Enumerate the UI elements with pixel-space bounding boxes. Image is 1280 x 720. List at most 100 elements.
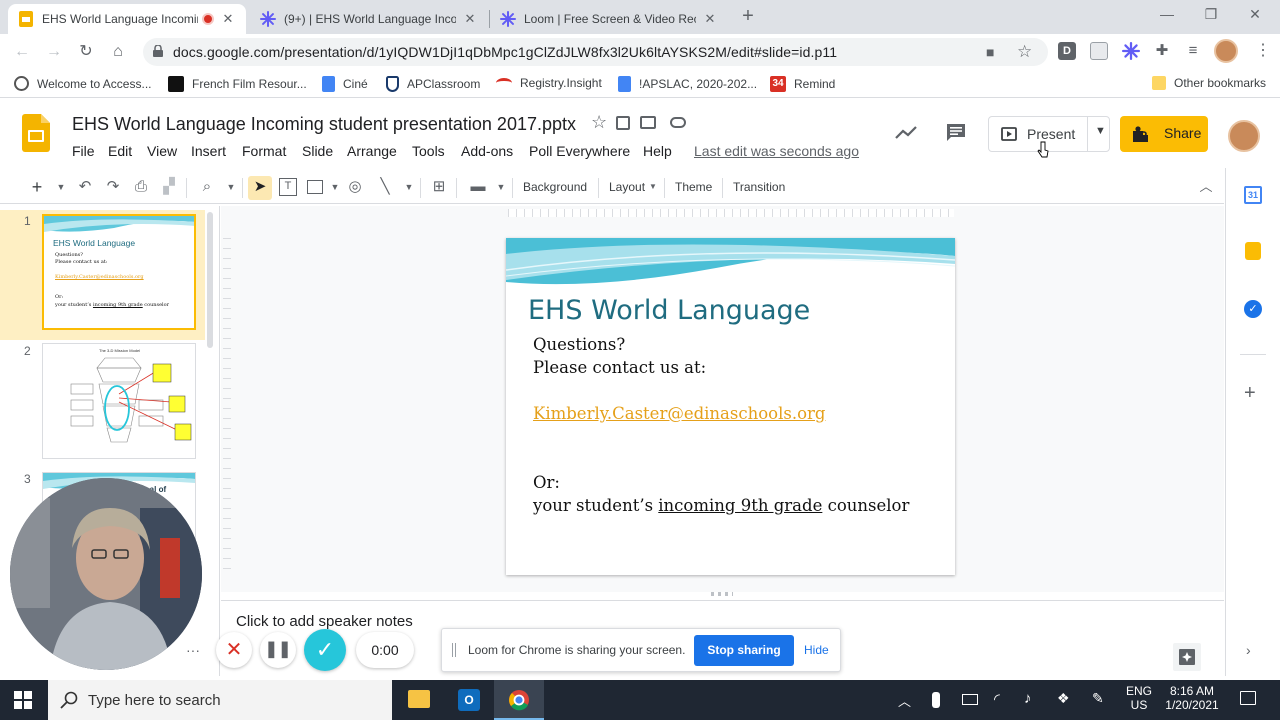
last-edit-link[interactable]: Last edit was seconds ago <box>694 143 859 159</box>
activity-trend-icon[interactable] <box>895 126 917 140</box>
forward-icon[interactable]: → <box>44 42 64 62</box>
menu-tools[interactable]: Tools <box>412 143 445 159</box>
slide-thumbnail-1[interactable]: EHS World Language Questions? Please con… <box>42 214 196 330</box>
wifi-icon[interactable]: ◜ <box>994 690 1000 708</box>
input-language[interactable]: ENG US <box>1124 684 1154 712</box>
add-addon-icon[interactable]: + <box>1244 382 1256 405</box>
close-tab-icon[interactable]: ✕ <box>220 11 236 27</box>
select-cursor-icon[interactable]: ➤ <box>251 178 269 196</box>
drag-handle-icon[interactable] <box>452 643 456 657</box>
reload-icon[interactable]: ↻ <box>76 42 96 62</box>
line-icon[interactable]: ╲ <box>376 178 394 196</box>
current-slide[interactable]: EHS World Language Questions? Please con… <box>506 238 955 575</box>
chrome-menu-icon[interactable]: ⋮ <box>1254 42 1272 60</box>
menu-format[interactable]: Format <box>242 143 286 159</box>
slide-email-link[interactable]: Kimberly.Caster@edinaschools.org <box>533 404 825 423</box>
bookmark-item[interactable]: Ciné <box>322 76 368 92</box>
comments-icon[interactable] <box>946 123 966 143</box>
back-icon[interactable]: ← <box>12 42 32 62</box>
menu-poll-everywhere[interactable]: Poll Everywhere <box>529 143 630 159</box>
file-explorer-icon[interactable] <box>408 690 430 708</box>
chevron-down-icon[interactable]: ▼ <box>52 178 70 196</box>
menu-insert[interactable]: Insert <box>191 143 226 159</box>
filmstrip-scrollbar[interactable] <box>207 212 213 348</box>
extension-d-icon[interactable]: D <box>1058 42 1076 60</box>
pen-icon[interactable]: ✎ <box>1092 690 1104 707</box>
minimize-icon[interactable]: — <box>1144 6 1190 22</box>
undo-icon[interactable]: ↶ <box>76 178 94 196</box>
chevron-down-icon[interactable]: ▼ <box>222 178 240 196</box>
menu-help[interactable]: Help <box>643 143 672 159</box>
menu-slide[interactable]: Slide <box>302 143 333 159</box>
bookmark-item[interactable]: French Film Resour... <box>168 76 307 92</box>
collapse-toolbar-icon[interactable]: ︿ <box>1197 178 1215 196</box>
explore-button[interactable] <box>1173 643 1201 671</box>
print-icon[interactable]: ⎙ <box>132 178 150 196</box>
more-options-icon[interactable]: ··· <box>186 642 200 658</box>
pause-icon[interactable]: ❚❚ <box>260 632 296 668</box>
transition-button[interactable]: Transition <box>733 178 785 196</box>
extensions-puzzle-icon[interactable]: ✚ <box>1153 42 1171 60</box>
google-slides-logo-icon[interactable] <box>22 114 50 152</box>
new-tab-button[interactable]: + <box>738 6 758 26</box>
share-button[interactable]: Share <box>1120 116 1208 152</box>
tab-loom[interactable]: Loom | Free Screen & Video Recording ✕ <box>490 4 728 34</box>
present-button[interactable]: Present ▼ <box>988 116 1110 152</box>
zoom-icon[interactable]: ⌕ <box>198 178 216 196</box>
bookmark-item[interactable]: Registry.Insight <box>496 76 602 90</box>
document-title[interactable]: EHS World Language Incoming student pres… <box>72 114 576 135</box>
account-avatar[interactable] <box>1228 120 1260 152</box>
star-icon[interactable]: ☆ <box>591 112 607 133</box>
bookmark-item[interactable]: Welcome to Access... <box>14 76 152 91</box>
chevron-down-icon[interactable]: ▼ <box>644 178 662 196</box>
notes-resize-handle[interactable] <box>711 592 733 596</box>
loom-extension-icon[interactable] <box>1122 42 1140 60</box>
notifications-icon[interactable] <box>1240 691 1256 705</box>
chevron-down-icon[interactable]: ▼ <box>326 178 344 196</box>
menu-file[interactable]: File <box>72 143 95 159</box>
close-window-icon[interactable]: ✕ <box>1232 6 1278 23</box>
bookmark-item[interactable]: 34 Remind <box>770 76 835 92</box>
bookmark-item[interactable]: !APSLAC, 2020-202... <box>618 76 757 92</box>
slide-thumbnail-2[interactable]: The 3-D Mission Model <box>42 343 196 459</box>
windows-start-icon[interactable] <box>14 691 32 709</box>
camera-icon[interactable]: ■ <box>986 44 994 60</box>
home-icon[interactable]: ⌂ <box>108 42 128 62</box>
microphone-icon[interactable] <box>932 692 940 708</box>
bookmark-star-icon[interactable]: ☆ <box>1017 42 1032 62</box>
move-to-folder-icon[interactable] <box>616 116 630 130</box>
stop-sharing-button[interactable]: Stop sharing <box>694 635 794 666</box>
loom-camera-bubble[interactable] <box>10 478 202 670</box>
theme-button[interactable]: Theme <box>675 178 712 196</box>
outlook-icon[interactable]: O <box>458 689 480 711</box>
text-box-icon[interactable]: T <box>279 178 297 196</box>
keep-icon[interactable] <box>1245 242 1261 260</box>
restore-icon[interactable]: ❐ <box>1188 6 1234 23</box>
menu-addons[interactable]: Add-ons <box>461 143 513 159</box>
chevron-down-icon[interactable]: ▼ <box>492 178 510 196</box>
address-bar[interactable]: docs.google.com/presentation/d/1yIQDW1Dj… <box>143 38 1048 66</box>
hide-banner-button[interactable]: Hide <box>804 643 829 657</box>
keyboard-icon[interactable]: ▬ <box>468 178 488 196</box>
menu-view[interactable]: View <box>147 143 177 159</box>
reading-list-icon[interactable]: ≡ <box>1184 42 1202 60</box>
volume-icon[interactable]: ♪ <box>1024 690 1032 707</box>
image-icon[interactable] <box>307 180 323 194</box>
chrome-taskbar-item[interactable] <box>494 680 544 720</box>
other-bookmarks[interactable]: Other bookmarks <box>1152 76 1266 90</box>
layout-button[interactable]: Layout <box>609 178 645 196</box>
dropbox-icon[interactable]: ❖ <box>1057 690 1070 707</box>
cancel-recording-icon[interactable]: ✕ <box>216 632 252 668</box>
bookmark-item[interactable]: APClassroom <box>386 76 480 92</box>
profile-avatar[interactable] <box>1214 39 1238 63</box>
close-tab-icon[interactable]: ✕ <box>702 11 718 27</box>
calendar-icon[interactable]: 31 <box>1244 186 1262 204</box>
new-slide-icon[interactable]: + <box>28 178 46 196</box>
chevron-down-icon[interactable]: ▼ <box>400 178 418 196</box>
tasks-icon[interactable]: ✓ <box>1244 300 1262 318</box>
extension-grid-icon[interactable] <box>1090 42 1108 60</box>
battery-icon[interactable] <box>962 694 978 705</box>
show-hidden-icons[interactable]: ︿ <box>898 691 911 710</box>
folder-icon[interactable] <box>640 116 656 129</box>
expand-panel-icon[interactable]: › <box>1246 642 1251 658</box>
